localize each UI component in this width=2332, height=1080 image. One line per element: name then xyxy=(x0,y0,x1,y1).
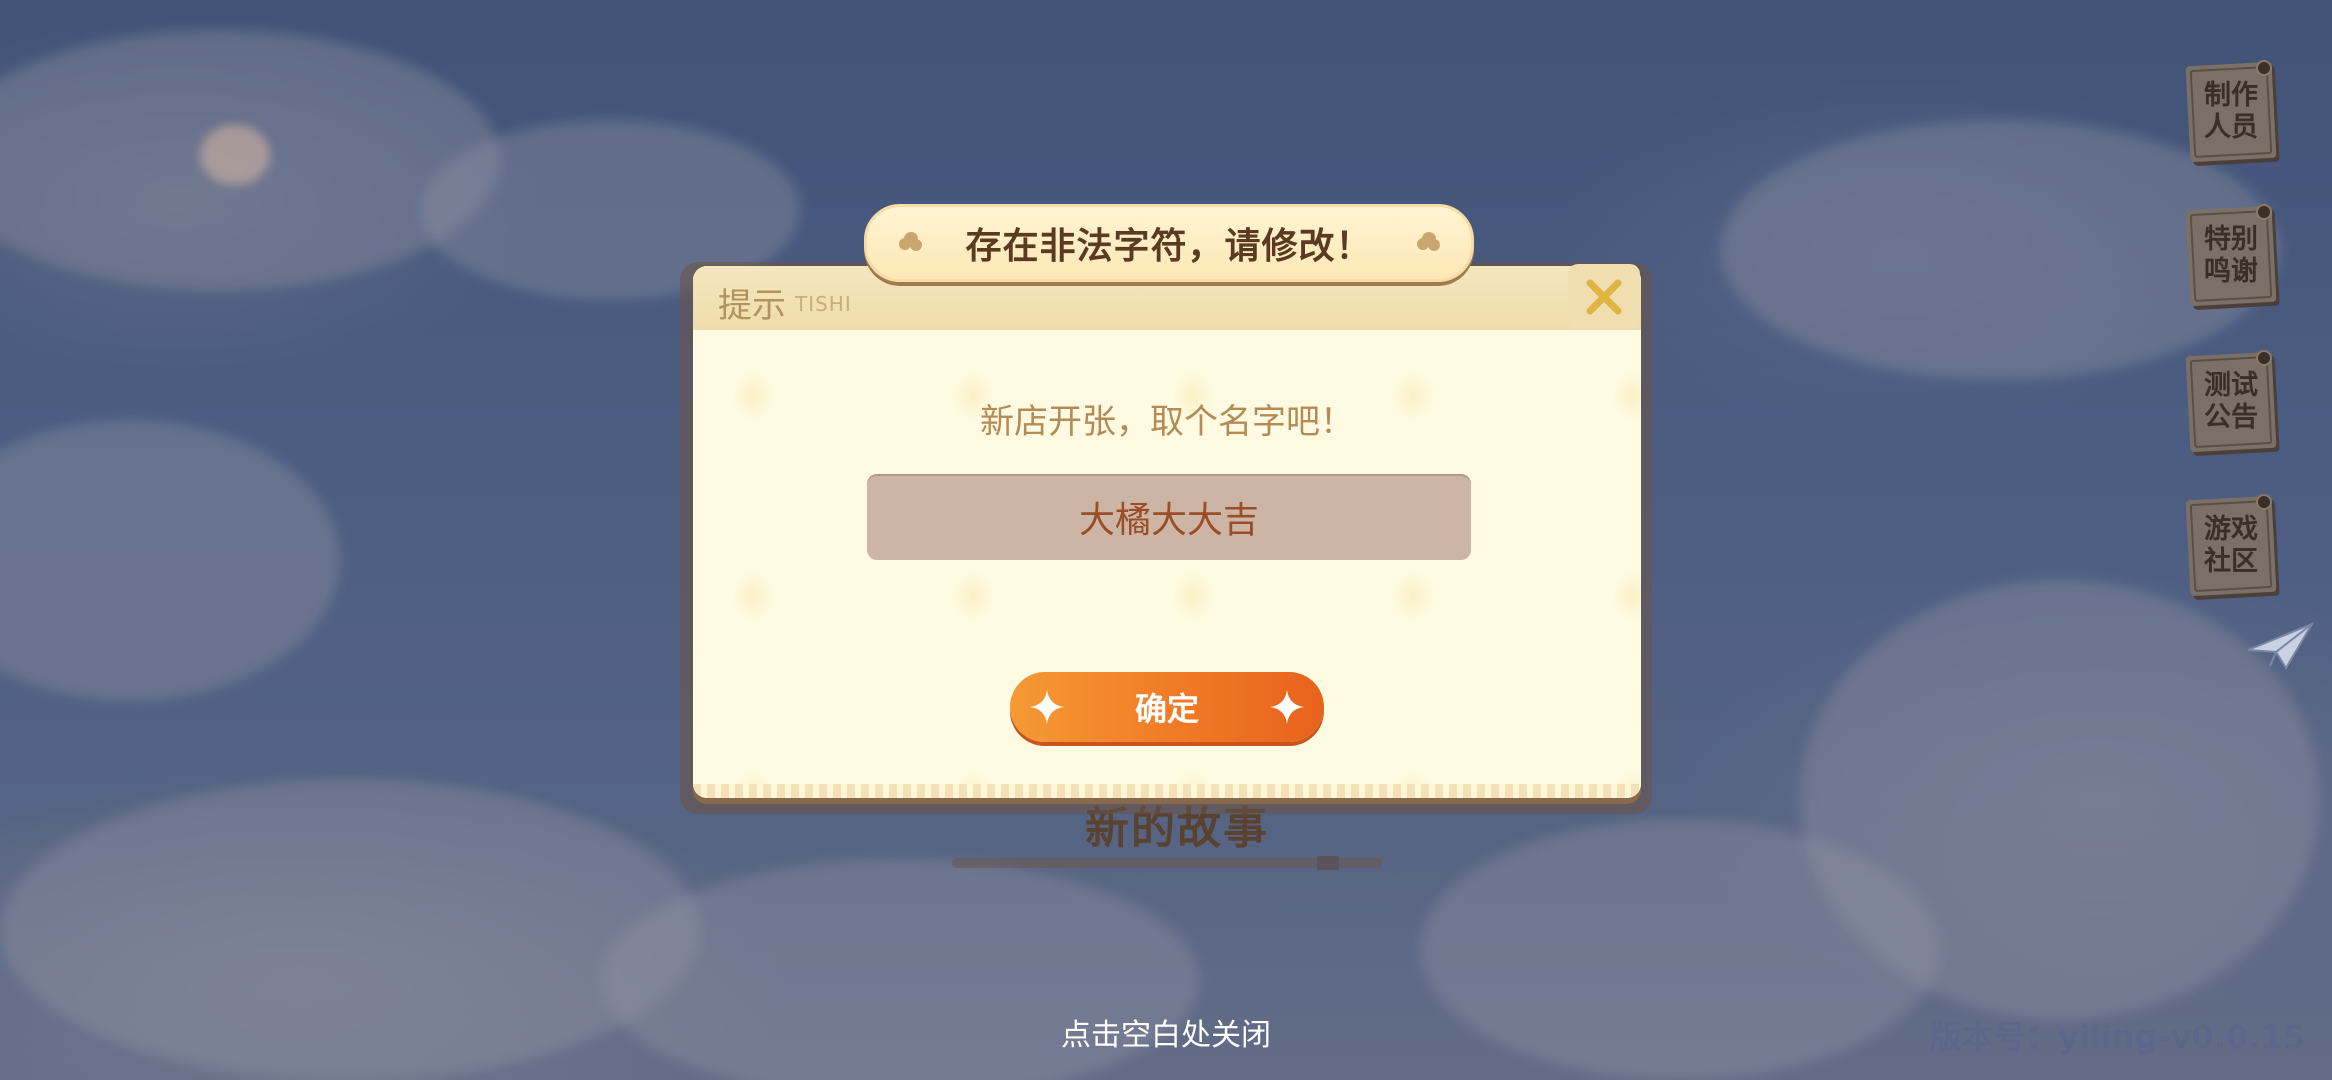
shop-name-input[interactable] xyxy=(867,474,1471,560)
toast-message: 存在非法字符，请修改！ xyxy=(965,226,1373,267)
confirm-button-label: 确定 xyxy=(1134,691,1199,727)
version-label: 版本号：yiling-v0.0.15 xyxy=(1930,1018,2305,1056)
side-button-announcement[interactable]: 测试公告 xyxy=(2185,350,2277,453)
side-button-credits[interactable]: 制作人员 xyxy=(2185,60,2277,163)
close-icon xyxy=(1586,279,1622,315)
side-button-label: 游戏社区 xyxy=(2204,514,2258,577)
cloud-icon xyxy=(899,232,922,251)
side-button-thanks[interactable]: 特别鸣谢 xyxy=(2185,204,2277,307)
side-button-label: 测试公告 xyxy=(2204,370,2258,433)
name-shop-dialog: 提示 TISHI 新店开张，取个名字吧！ 确定 xyxy=(693,266,1641,798)
paper-plane-icon[interactable] xyxy=(2246,620,2315,670)
dialog-footer-border xyxy=(693,784,1641,798)
sparkle-icon xyxy=(1030,690,1064,724)
dialog-title-en: TISHI xyxy=(795,292,852,316)
cloud-icon xyxy=(1417,232,1440,251)
sparkle-icon xyxy=(1270,690,1304,724)
dialog-title: 提示 xyxy=(718,286,786,326)
dialog-prompt: 新店开张，取个名字吧！ xyxy=(980,402,1354,442)
side-button-label: 特别鸣谢 xyxy=(2204,224,2258,287)
close-button[interactable] xyxy=(1568,264,1640,330)
side-button-community[interactable]: 游戏社区 xyxy=(2185,494,2277,597)
confirm-button[interactable]: 确定 xyxy=(1010,672,1324,742)
story-progress-bar xyxy=(952,856,1382,870)
side-button-label: 制作人员 xyxy=(2204,80,2258,143)
error-toast: 存在非法字符，请修改！ xyxy=(864,204,1474,282)
